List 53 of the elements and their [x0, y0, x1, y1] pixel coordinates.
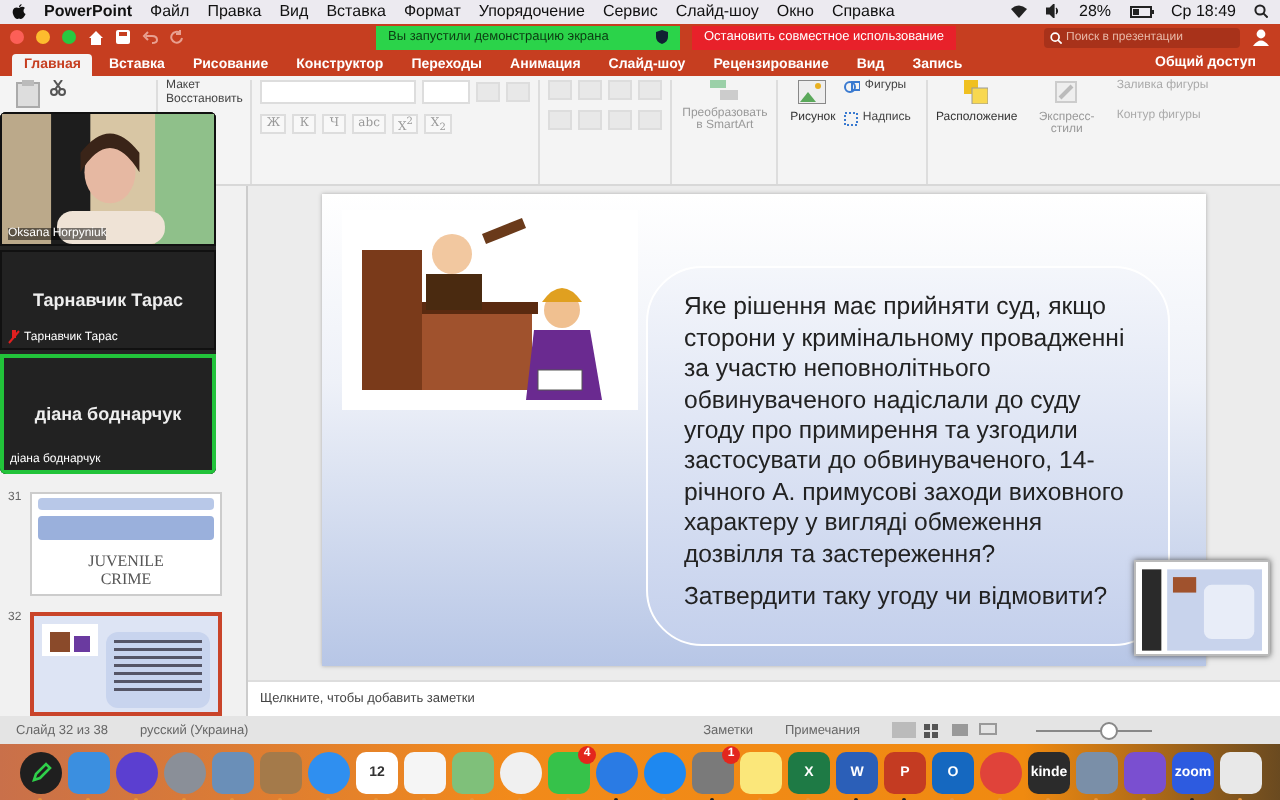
search-icon — [1050, 31, 1062, 44]
textbox-icon — [844, 111, 859, 126]
slide-thumbnail[interactable]: JUVENILE CRIME — [30, 492, 222, 597]
menu-item[interactable]: Сервис — [602, 2, 658, 21]
menu-item[interactable]: Файл — [150, 2, 190, 21]
close-icon[interactable] — [10, 30, 24, 45]
undo-icon[interactable] — [142, 30, 158, 45]
shield-icon[interactable] — [656, 30, 668, 45]
battery-icon[interactable] — [1129, 5, 1154, 18]
menu-item[interactable]: Правка — [207, 2, 262, 21]
pen-icon — [31, 762, 51, 783]
minimize-icon[interactable] — [36, 30, 50, 45]
home-icon[interactable] — [88, 29, 104, 46]
window-preview-drawing — [1142, 568, 1262, 653]
thumbnail-text: CRIME — [100, 570, 152, 589]
toolbar-button[interactable] — [548, 79, 573, 100]
menu-item[interactable]: Вид — [279, 2, 309, 21]
font-field[interactable] — [260, 79, 417, 104]
menu-item[interactable]: Окно — [776, 2, 814, 21]
font-size-field[interactable] — [422, 79, 471, 104]
toolbar-button[interactable] — [578, 79, 603, 100]
participant-name: Тарнавчик Тарас — [33, 290, 183, 311]
zoom-slider-thumb[interactable] — [1099, 721, 1118, 740]
paste-icon[interactable] — [16, 79, 40, 108]
arrange-icon — [964, 79, 989, 104]
save-icon[interactable] — [116, 30, 130, 45]
maximize-icon[interactable] — [62, 30, 76, 45]
redo-icon[interactable] — [170, 30, 184, 45]
apple-icon[interactable] — [12, 3, 26, 20]
share-preview-window[interactable] — [1134, 560, 1270, 657]
menu-item[interactable]: Упорядочение — [478, 2, 585, 21]
search-icon[interactable] — [1254, 4, 1268, 19]
battery-percent: 28% — [1079, 2, 1112, 21]
dock-app-icon[interactable] — [20, 751, 62, 794]
menu-item[interactable]: Слайд-шоу — [675, 2, 759, 21]
user-icon[interactable] — [1252, 28, 1270, 47]
toolbar-button[interactable] — [638, 79, 663, 100]
menu-item[interactable]: Вставка — [326, 2, 386, 21]
app-menu[interactable]: PowerPoint — [44, 2, 133, 21]
clock[interactable]: Ср 18:49 — [1171, 2, 1236, 21]
thumbnail-text: JUVENILE — [88, 552, 164, 571]
shapes-icon — [844, 79, 861, 94]
toolbar-button[interactable] — [608, 79, 633, 100]
slide-paragraph: Затвердити таку угоду чи відмовити? — [684, 581, 1110, 613]
scissors-icon[interactable] — [50, 79, 66, 96]
participant-name: діана боднарчук — [34, 404, 182, 425]
wifi-icon[interactable] — [1009, 4, 1028, 19]
volume-icon[interactable] — [1045, 4, 1062, 19]
image-icon — [798, 80, 827, 105]
slide-paragraph: Яке рішення має прийняти суд, якщо сторони у кримінальному провадженні за участю неповнолітнього обвинуваченого надіслали до суду угоду про примирення та узгодили застосувати до обвинуваченого, 14-річного А. примусові заходи виховного характеру у вигляді обмеження дозвілля та застереження? — [684, 292, 1127, 570]
menu-item[interactable]: Формат — [403, 2, 461, 21]
menu-item[interactable]: Справка — [831, 2, 895, 21]
dock-app-icon[interactable] — [1220, 751, 1262, 794]
